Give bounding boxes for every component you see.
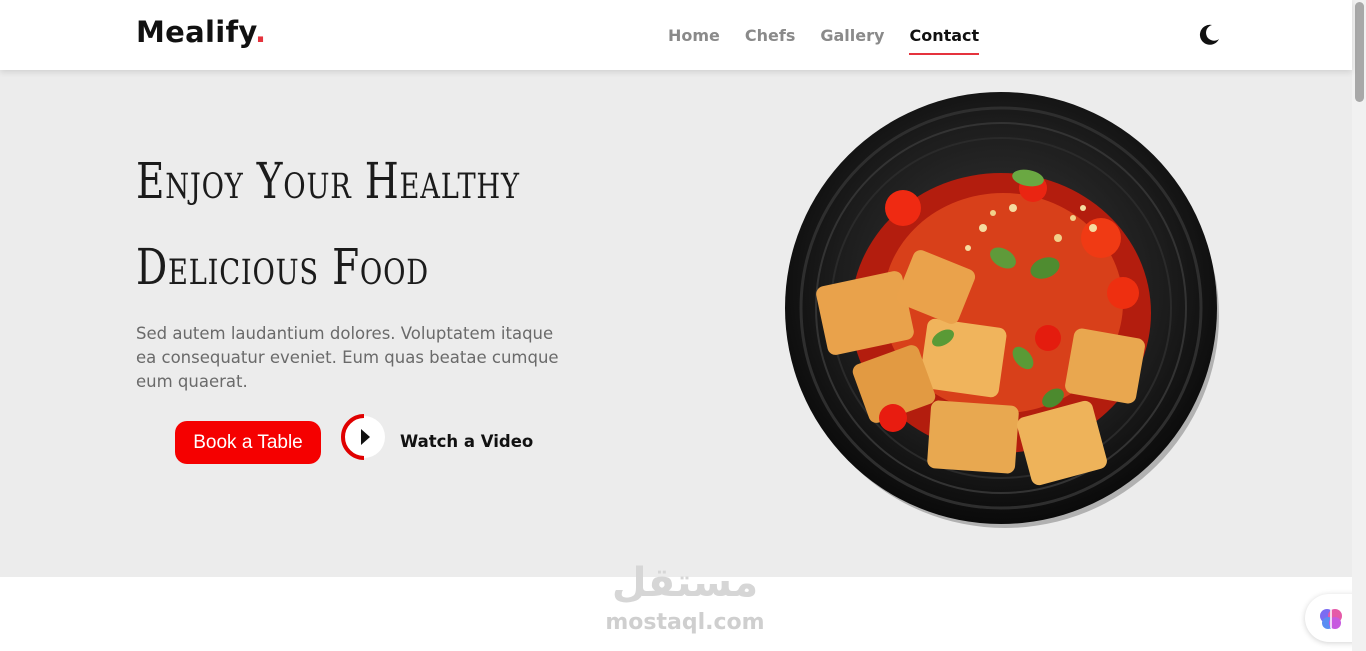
nav-chefs[interactable]: Chefs	[745, 26, 795, 55]
page-scrollbar[interactable]	[1352, 0, 1366, 651]
watch-video-link[interactable]: Watch a Video	[400, 432, 533, 451]
watermark-arabic: مستقل	[611, 560, 759, 606]
nav-home[interactable]: Home	[668, 26, 720, 55]
hero-title-line2: Delicious Food	[136, 238, 429, 296]
hero-title-line1: Enjoy Your Healthy	[136, 152, 520, 210]
main-nav: Home Chefs Gallery Contact	[668, 26, 980, 55]
moon-icon[interactable]	[1196, 22, 1222, 48]
food-plate-image	[785, 92, 1219, 528]
brain-icon	[1320, 609, 1342, 629]
book-table-button[interactable]: Book a Table	[175, 421, 321, 464]
site-header: Mealify. Home Chefs Gallery Contact	[0, 0, 1352, 70]
floating-assistant-button[interactable]	[1305, 594, 1357, 642]
mostaql-watermark: مستقل mostaql.com	[600, 560, 770, 640]
hero-description: Sed autem laudantium dolores. Voluptatem…	[136, 324, 559, 391]
scrollbar-thumb[interactable]	[1355, 2, 1364, 102]
watermark-latin: mostaql.com	[605, 610, 765, 635]
hero-section: Enjoy Your Healthy Delicious Food Sed au…	[0, 70, 1352, 577]
play-icon[interactable]	[341, 414, 387, 460]
hero-title: Enjoy Your Healthy Delicious Food	[136, 138, 542, 310]
nav-gallery[interactable]: Gallery	[820, 26, 884, 55]
nav-contact[interactable]: Contact	[909, 26, 980, 55]
logo-dot: .	[254, 15, 267, 49]
logo[interactable]: Mealify.	[136, 15, 266, 49]
